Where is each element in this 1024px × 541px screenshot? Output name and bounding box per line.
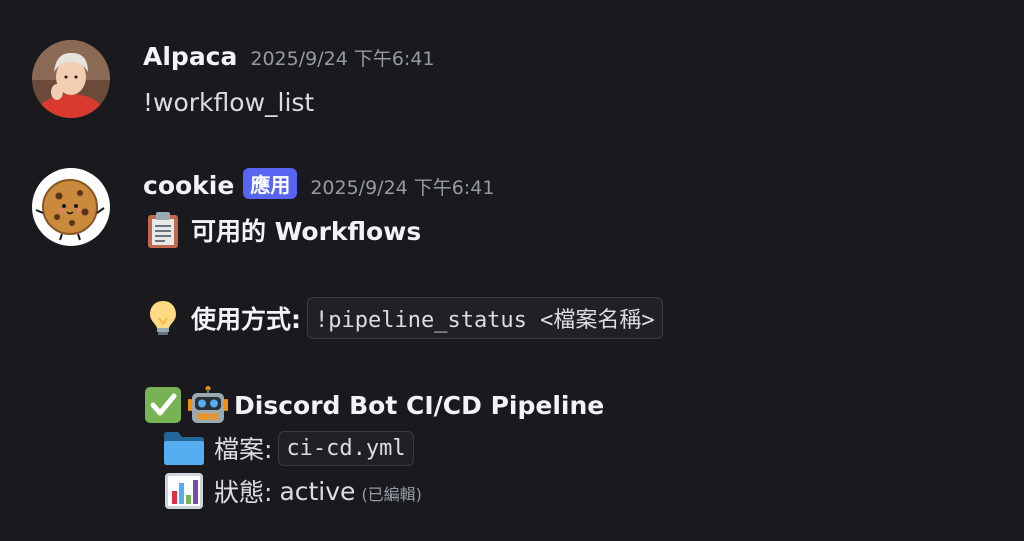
username[interactable]: cookie: [143, 171, 234, 200]
cookie-header: cookie 應用 2025/9/24 下午6:41: [143, 168, 494, 201]
app-badge: 應用: [243, 168, 298, 199]
username[interactable]: Alpaca: [143, 42, 237, 71]
pipeline-line: Discord Bot CI/CD Pipeline: [143, 384, 604, 426]
usage-label: 使用方式:: [191, 305, 301, 334]
file-label: 檔案:: [214, 435, 273, 464]
message-content: !workflow_list: [143, 86, 314, 118]
bar-chart-icon: [162, 471, 206, 511]
clipboard-icon: [143, 210, 183, 250]
workflows-title: 可用的 Workflows: [191, 217, 422, 246]
timestamp[interactable]: 2025/9/24 下午6:41: [310, 173, 494, 200]
edited-indicator: (已編輯): [361, 485, 422, 504]
alpaca-avatar[interactable]: [32, 40, 110, 118]
status-value: active: [279, 476, 356, 506]
status-label: 狀態:: [214, 478, 273, 507]
cookie-avatar[interactable]: [32, 168, 110, 246]
usage-line: 使用方式: !pipeline_status <檔案名稱>: [143, 297, 663, 339]
folder-icon: [162, 429, 206, 467]
pipeline-name: Discord Bot CI/CD Pipeline: [234, 390, 605, 420]
file-line: 檔案: ci-cd.yml: [162, 427, 414, 469]
workflows-title-line: 可用的 Workflows: [143, 210, 421, 250]
alpaca-header: Alpaca 2025/9/24 下午6:41: [143, 42, 435, 71]
usage-command-code: !pipeline_status <檔案名稱>: [307, 297, 663, 339]
message-text: !workflow_list: [143, 87, 315, 117]
file-value-code: ci-cd.yml: [278, 430, 414, 466]
check-mark-icon: [143, 385, 183, 425]
robot-icon: [187, 385, 229, 425]
timestamp[interactable]: 2025/9/24 下午6:41: [250, 44, 434, 71]
status-line: 狀態: active (已編輯): [162, 470, 422, 512]
lightbulb-icon: [143, 298, 183, 338]
